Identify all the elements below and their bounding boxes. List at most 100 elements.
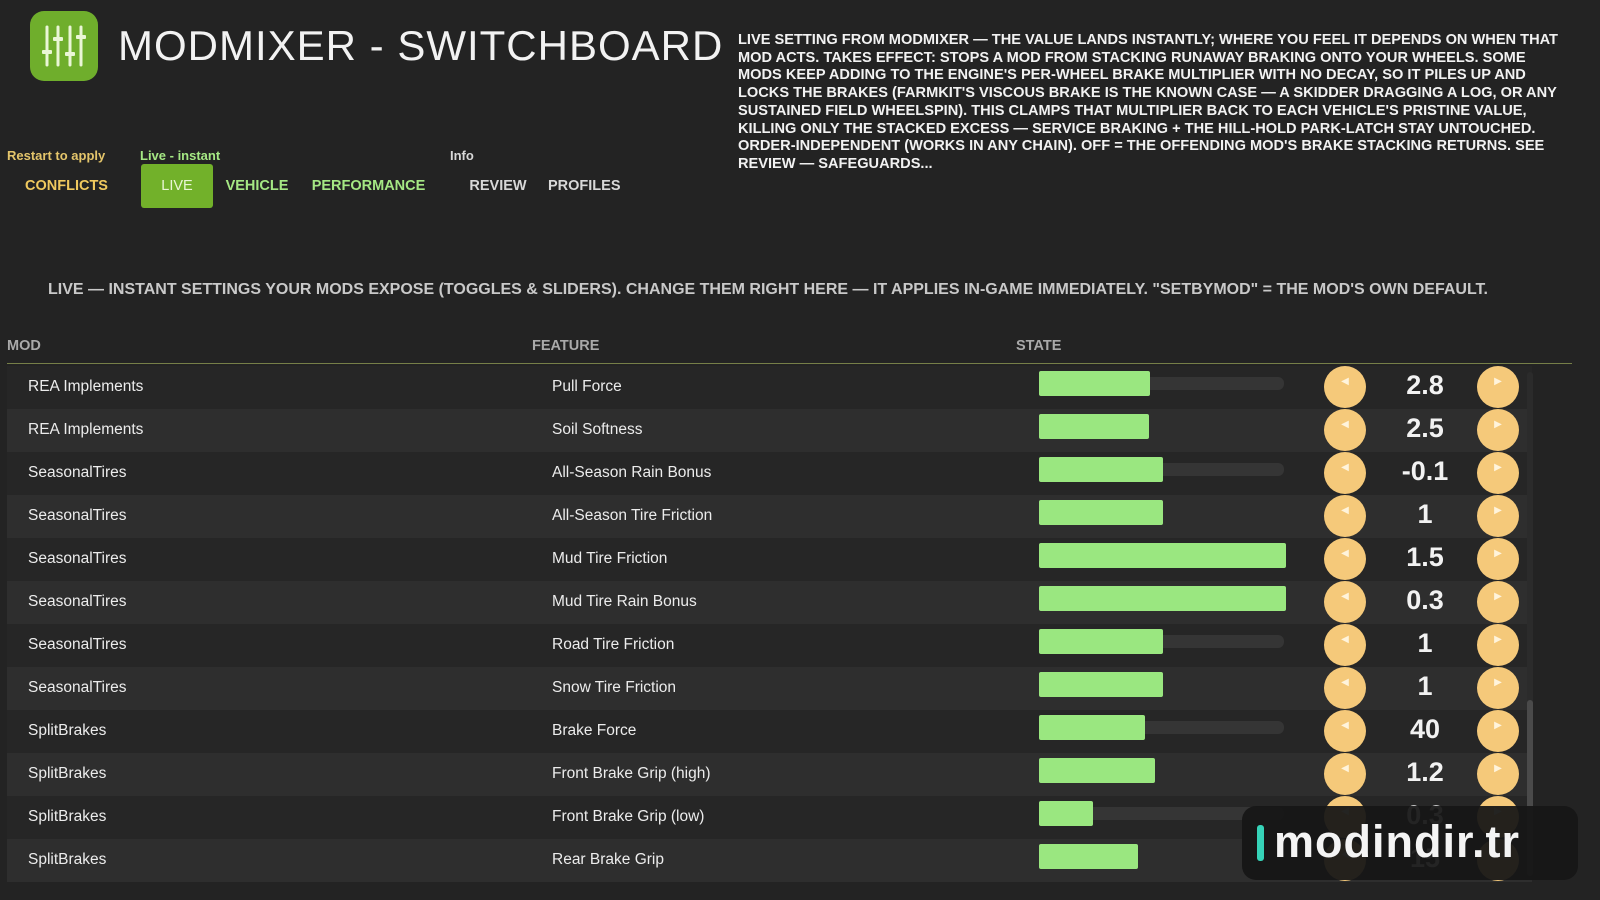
setting-value: 1.5 — [1406, 542, 1444, 572]
triangle-right-icon: ▶ — [1494, 505, 1502, 516]
mod-name: REA Implements — [28, 378, 144, 395]
feature-name: Rear Brake Grip — [552, 851, 664, 868]
table-row: SeasonalTires Mud Tire Rain Bonus ◀ 0.3 ▶ — [7, 581, 1532, 624]
slider-fill[interactable] — [1039, 543, 1286, 568]
feature-name: Mud Tire Rain Bonus — [552, 593, 697, 610]
triangle-left-icon: ◀ — [1341, 720, 1349, 731]
triangle-right-icon: ▶ — [1494, 376, 1502, 387]
decrement-button[interactable]: ◀ — [1324, 710, 1366, 752]
live-notice: LIVE — INSTANT SETTINGS YOUR MODS EXPOSE… — [48, 281, 1488, 298]
app-logo — [30, 11, 98, 81]
triangle-right-icon: ▶ — [1494, 591, 1502, 602]
triangle-left-icon: ◀ — [1341, 462, 1349, 473]
mod-name: SeasonalTires — [28, 507, 127, 524]
slider-fill[interactable] — [1039, 715, 1145, 740]
setting-value: 2.5 — [1406, 413, 1444, 443]
tab-group-info-label: Info — [450, 148, 474, 163]
decrement-button[interactable]: ◀ — [1324, 667, 1366, 709]
slider-fill[interactable] — [1039, 371, 1150, 396]
setting-value: 40 — [1409, 714, 1441, 744]
increment-button[interactable]: ▶ — [1477, 409, 1519, 451]
table-row: SeasonalTires Road Tire Friction ◀ 1 ▶ — [7, 624, 1532, 667]
increment-button[interactable]: ▶ — [1477, 366, 1519, 408]
column-header-mod: MOD — [7, 338, 41, 354]
tab-conflicts[interactable]: CONFLICTS — [14, 164, 119, 208]
triangle-right-icon: ▶ — [1494, 677, 1502, 688]
decrement-button[interactable]: ◀ — [1324, 753, 1366, 795]
setting-value: 1.2 — [1406, 757, 1444, 787]
column-header-feature: FEATURE — [532, 338, 600, 354]
increment-button[interactable]: ▶ — [1477, 753, 1519, 795]
header-divider — [7, 363, 1572, 364]
slider-fill[interactable] — [1039, 500, 1163, 525]
setting-value: 1 — [1417, 628, 1433, 658]
increment-button[interactable]: ▶ — [1477, 667, 1519, 709]
mod-name: SeasonalTires — [28, 636, 127, 653]
triangle-left-icon: ◀ — [1341, 419, 1349, 430]
settings-table: REA Implements Pull Force ◀ 2.8 ▶ REA Impleme… — [7, 366, 1532, 882]
watermark-bar — [1257, 825, 1264, 861]
triangle-right-icon: ▶ — [1494, 720, 1502, 731]
decrement-button[interactable]: ◀ — [1324, 581, 1366, 623]
tab-review[interactable]: REVIEW — [466, 164, 530, 208]
tab-group-restart-label: Restart to apply — [7, 148, 106, 163]
slider-fill[interactable] — [1039, 844, 1138, 869]
triangle-left-icon: ◀ — [1341, 505, 1349, 516]
decrement-button[interactable]: ◀ — [1324, 452, 1366, 494]
feature-name: Pull Force — [552, 378, 622, 395]
slider-fill[interactable] — [1039, 629, 1163, 654]
slider-fill[interactable] — [1039, 758, 1155, 783]
setting-value: 1 — [1417, 499, 1433, 529]
triangle-right-icon: ▶ — [1494, 634, 1502, 645]
increment-button[interactable]: ▶ — [1477, 538, 1519, 580]
table-row: SeasonalTires All-Season Tire Friction ◀ 1 ▶ — [7, 495, 1532, 538]
feature-name: Soil Softness — [552, 421, 643, 438]
triangle-left-icon: ◀ — [1341, 548, 1349, 559]
table-row: SeasonalTires Snow Tire Friction ◀ 1 ▶ — [7, 667, 1532, 710]
column-header-state: STATE — [1016, 338, 1062, 354]
mod-name: SeasonalTires — [28, 550, 127, 567]
tab-group-live-label: Live - instant — [140, 148, 221, 163]
setting-value: -0.1 — [1401, 456, 1449, 486]
slider-fill[interactable] — [1039, 414, 1149, 439]
tab-performance[interactable]: PERFORMANCE — [311, 164, 426, 208]
increment-button[interactable]: ▶ — [1477, 710, 1519, 752]
feature-name: Front Brake Grip (low) — [552, 808, 705, 825]
app-title: MODMIXER - SWITCHBOARD — [118, 22, 724, 69]
table-row: SplitBrakes Front Brake Grip (high) ◀ 1.2 ▶ — [7, 753, 1532, 796]
decrement-button[interactable]: ◀ — [1324, 538, 1366, 580]
triangle-left-icon: ◀ — [1341, 634, 1349, 645]
feature-name: All-Season Tire Friction — [552, 507, 713, 524]
setting-value: 0.3 — [1406, 585, 1444, 615]
slider-fill[interactable] — [1039, 586, 1286, 611]
decrement-button[interactable]: ◀ — [1324, 366, 1366, 408]
increment-button[interactable]: ▶ — [1477, 495, 1519, 537]
tab-vehicle[interactable]: VEHICLE — [222, 164, 292, 208]
increment-button[interactable]: ▶ — [1477, 581, 1519, 623]
decrement-button[interactable]: ◀ — [1324, 495, 1366, 537]
increment-button[interactable]: ▶ — [1477, 624, 1519, 666]
setting-value: 1 — [1417, 671, 1433, 701]
triangle-right-icon: ▶ — [1494, 763, 1502, 774]
mod-name: SeasonalTires — [28, 593, 127, 610]
slider-fill[interactable] — [1039, 672, 1163, 697]
watermark-text: modindir.tr — [1274, 816, 1520, 867]
slider-fill[interactable] — [1039, 801, 1093, 826]
table-row: SeasonalTires All-Season Rain Bonus ◀ -0.1 ▶ — [7, 452, 1532, 495]
table-row: REA Implements Pull Force ◀ 2.8 ▶ — [7, 366, 1532, 409]
decrement-button[interactable]: ◀ — [1324, 624, 1366, 666]
mod-name: SeasonalTires — [28, 464, 127, 481]
table-row: SplitBrakes Brake Force ◀ 40 ▶ — [7, 710, 1532, 753]
feature-name: Brake Force — [552, 722, 637, 739]
decrement-button[interactable]: ◀ — [1324, 409, 1366, 451]
feature-name: All-Season Rain Bonus — [552, 464, 712, 481]
mod-name: SplitBrakes — [28, 851, 107, 868]
tab-live[interactable]: LIVE — [141, 164, 213, 208]
triangle-left-icon: ◀ — [1341, 376, 1349, 387]
sliders-icon — [42, 25, 86, 67]
increment-button[interactable]: ▶ — [1477, 452, 1519, 494]
tab-profiles[interactable]: PROFILES — [548, 164, 621, 208]
feature-name: Snow Tire Friction — [552, 679, 677, 696]
triangle-left-icon: ◀ — [1341, 591, 1349, 602]
slider-fill[interactable] — [1039, 457, 1163, 482]
